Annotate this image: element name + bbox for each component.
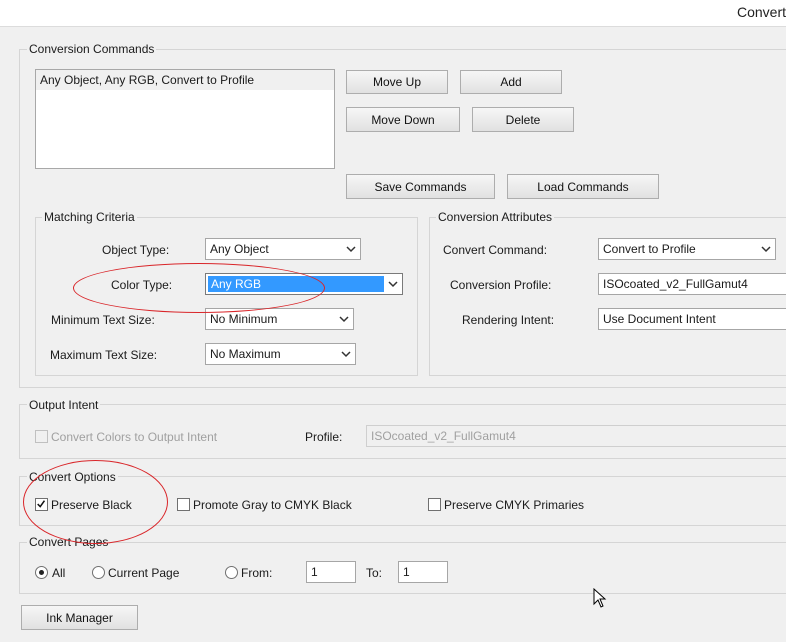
delete-button[interactable]: Delete bbox=[472, 107, 574, 132]
from-radio[interactable] bbox=[225, 566, 238, 579]
chevron-down-icon bbox=[761, 246, 771, 253]
preserve-black-checkbox[interactable] bbox=[35, 498, 48, 511]
convert-command-label: Convert Command: bbox=[443, 243, 548, 257]
to-page-input[interactable]: 1 bbox=[398, 561, 448, 583]
convert-command-select[interactable]: Convert to Profile bbox=[598, 238, 776, 260]
to-page-value: 1 bbox=[403, 565, 410, 579]
chevron-down-icon bbox=[388, 281, 398, 288]
checkmark-icon bbox=[37, 500, 46, 508]
max-text-size-select[interactable]: No Maximum bbox=[205, 343, 356, 365]
window-title: Convert bbox=[736, 4, 786, 20]
preserve-black-label: Preserve Black bbox=[51, 498, 132, 512]
max-text-size-label: Maximum Text Size: bbox=[50, 348, 158, 362]
color-type-label: Color Type: bbox=[111, 278, 173, 292]
title-bar bbox=[0, 0, 786, 27]
promote-gray-checkbox[interactable] bbox=[177, 498, 190, 511]
commands-list[interactable]: Any Object, Any RGB, Convert to Profile bbox=[35, 69, 335, 169]
conversion-profile-select[interactable]: ISOcoated_v2_FullGamut4 bbox=[598, 273, 786, 295]
to-label: To: bbox=[366, 566, 383, 580]
object-type-value: Any Object bbox=[210, 242, 269, 256]
convert-options-group bbox=[19, 476, 786, 526]
conversion-profile-label: Conversion Profile: bbox=[450, 278, 552, 292]
color-type-select[interactable]: Any RGB bbox=[205, 273, 403, 295]
rendering-intent-select[interactable]: Use Document Intent bbox=[598, 308, 786, 330]
rendering-intent-label: Rendering Intent: bbox=[462, 313, 555, 327]
chevron-down-icon bbox=[341, 351, 351, 358]
output-profile-field[interactable]: ISOcoated_v2_FullGamut4 bbox=[366, 425, 786, 447]
convert-pages-legend: Convert Pages bbox=[27, 535, 111, 549]
conversion-profile-value: ISOcoated_v2_FullGamut4 bbox=[603, 277, 748, 291]
output-profile-label: Profile: bbox=[305, 430, 343, 444]
preserve-cmyk-label: Preserve CMYK Primaries bbox=[444, 498, 585, 512]
current-page-label: Current Page bbox=[108, 566, 180, 580]
from-label: From: bbox=[241, 566, 273, 580]
promote-gray-label: Promote Gray to CMYK Black bbox=[193, 498, 352, 512]
chevron-down-icon bbox=[339, 316, 349, 323]
convert-colors-checkbox[interactable] bbox=[35, 430, 48, 443]
output-intent-legend: Output Intent bbox=[27, 398, 101, 412]
conversion-attributes-legend: Conversion Attributes bbox=[436, 210, 555, 224]
list-item[interactable]: Any Object, Any RGB, Convert to Profile bbox=[36, 70, 334, 90]
load-commands-button[interactable]: Load Commands bbox=[507, 174, 659, 199]
save-commands-button[interactable]: Save Commands bbox=[346, 174, 495, 199]
color-type-value: Any RGB bbox=[208, 276, 384, 292]
ink-manager-button[interactable]: Ink Manager bbox=[21, 605, 138, 630]
matching-criteria-legend: Matching Criteria bbox=[42, 210, 137, 224]
add-button[interactable]: Add bbox=[460, 70, 562, 94]
from-page-value: 1 bbox=[311, 565, 318, 579]
conversion-commands-legend: Conversion Commands bbox=[27, 42, 157, 56]
min-text-size-select[interactable]: No Minimum bbox=[205, 308, 354, 330]
convert-options-legend: Convert Options bbox=[27, 470, 118, 484]
all-pages-radio[interactable] bbox=[35, 566, 48, 579]
move-down-button[interactable]: Move Down bbox=[346, 107, 460, 132]
rendering-intent-value: Use Document Intent bbox=[603, 312, 716, 326]
min-text-size-value: No Minimum bbox=[210, 312, 278, 326]
all-pages-label: All bbox=[52, 566, 66, 580]
output-profile-value: ISOcoated_v2_FullGamut4 bbox=[371, 429, 516, 443]
from-page-input[interactable]: 1 bbox=[306, 561, 356, 583]
current-page-radio[interactable] bbox=[92, 566, 105, 579]
preserve-cmyk-checkbox[interactable] bbox=[428, 498, 441, 511]
chevron-down-icon bbox=[346, 246, 356, 253]
convert-colors-label: Convert Colors to Output Intent bbox=[51, 430, 218, 444]
convert-command-value: Convert to Profile bbox=[603, 242, 696, 256]
mouse-cursor-icon bbox=[593, 588, 607, 608]
max-text-size-value: No Maximum bbox=[210, 347, 281, 361]
object-type-label: Object Type: bbox=[102, 243, 170, 257]
object-type-select[interactable]: Any Object bbox=[205, 238, 361, 260]
min-text-size-label: Minimum Text Size: bbox=[51, 313, 155, 327]
move-up-button[interactable]: Move Up bbox=[346, 70, 448, 94]
